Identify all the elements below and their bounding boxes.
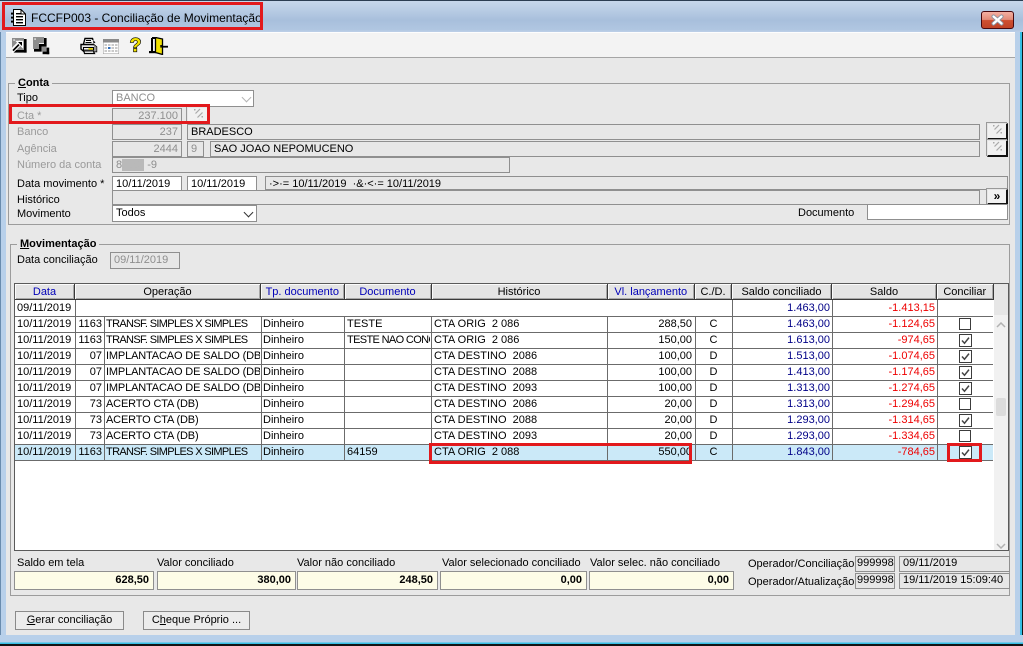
svg-text:?: ? bbox=[130, 36, 142, 55]
